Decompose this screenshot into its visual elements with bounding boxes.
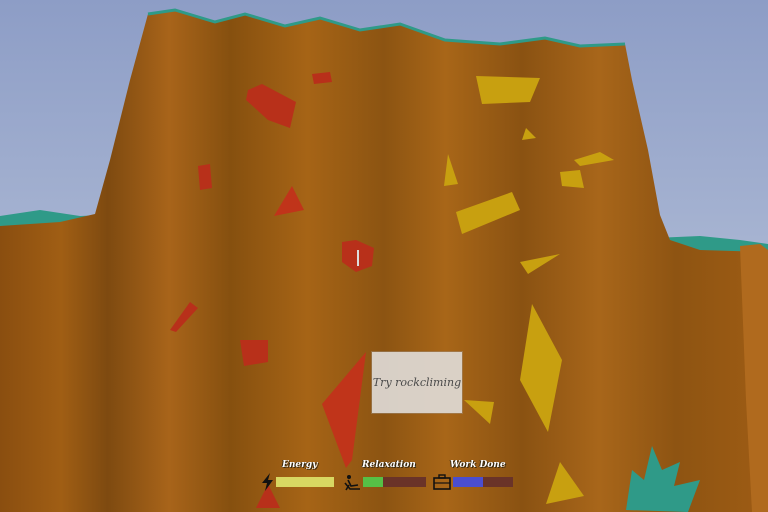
relaxation-fill — [363, 477, 384, 487]
briefcase-icon — [433, 474, 451, 490]
sign-text: Try rockcliming — [372, 376, 462, 389]
lounge-chair-icon — [344, 475, 360, 491]
red-hold[interactable] — [198, 164, 212, 190]
relaxation-track — [363, 477, 426, 487]
work-done-label: Work Done — [450, 460, 506, 470]
energy-meter: Energy — [258, 460, 338, 494]
red-hold[interactable] — [312, 72, 332, 84]
energy-track — [276, 477, 334, 487]
energy-label: Energy — [282, 460, 318, 470]
yellow-hold[interactable] — [476, 76, 540, 104]
work-done-fill — [453, 477, 483, 487]
yellow-hold[interactable] — [560, 170, 584, 188]
relaxation-meter: Relaxation — [342, 460, 428, 494]
relaxation-label: Relaxation — [362, 460, 416, 470]
red-hold[interactable] — [240, 340, 268, 366]
energy-fill — [276, 477, 334, 487]
climbing-wall-scene — [0, 0, 768, 512]
sign-try-rockclimbing[interactable]: Try rockcliming — [372, 352, 462, 413]
work-done-track — [453, 477, 513, 487]
work-done-meter: Work Done — [432, 460, 516, 494]
lightning-icon — [262, 473, 273, 491]
